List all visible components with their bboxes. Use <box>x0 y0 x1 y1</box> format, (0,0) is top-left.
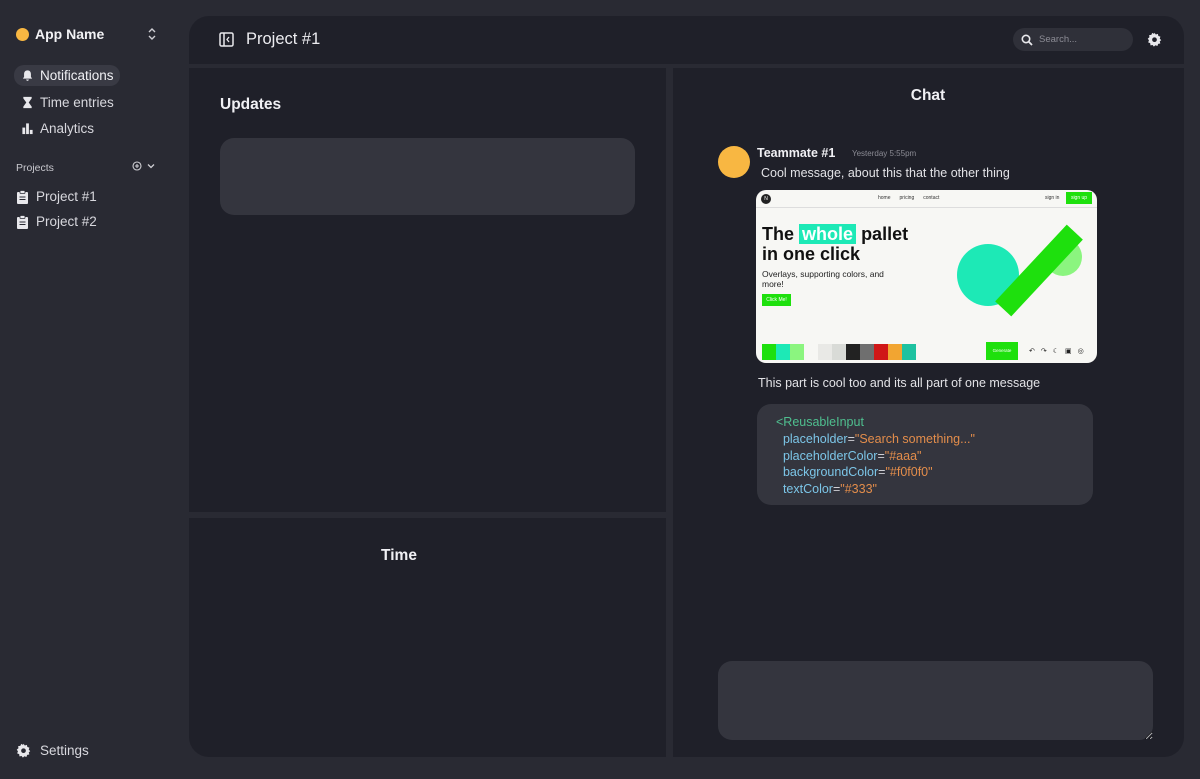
bar-chart-icon <box>20 122 34 136</box>
preview-generate-button: Generate <box>986 342 1018 360</box>
code-attr: textColor <box>782 482 833 497</box>
preview-headline-part: in one click <box>762 244 861 264</box>
message-author: Teammate #1 <box>757 146 836 160</box>
chat-message-input[interactable] <box>718 661 1153 740</box>
preview-headline-highlight: whole <box>799 224 857 244</box>
preview-sign-in: sign in <box>1045 195 1060 201</box>
divider <box>189 512 666 518</box>
redo-icon: ↷ <box>1040 348 1047 355</box>
color-swatch <box>790 343 804 360</box>
settings-link[interactable]: Settings <box>16 743 89 758</box>
settings-label: Settings <box>40 743 89 758</box>
clipboard-icon <box>16 214 30 229</box>
nav-label: Notifications <box>40 68 114 83</box>
projects-header: Projects <box>16 161 156 175</box>
color-swatch <box>846 343 860 360</box>
topbar: Project #1 <box>189 16 1184 64</box>
project-list: Project #1 Project #2 <box>14 186 99 236</box>
main-nav: Notifications Time entries Analytics <box>14 65 174 145</box>
updates-card <box>220 138 635 215</box>
nav-item-analytics[interactable]: Analytics <box>14 118 100 139</box>
preview-subtitle: Overlays, supporting colors, and more! <box>762 269 884 289</box>
color-swatch <box>762 343 776 360</box>
color-swatch <box>874 343 888 360</box>
clipboard-icon <box>16 189 30 204</box>
project-label: Project #2 <box>36 214 97 229</box>
color-swatch <box>832 343 846 360</box>
sidebar-toggle-icon[interactable] <box>219 32 234 47</box>
bell-icon <box>20 69 34 83</box>
chat-title: Chat <box>910 87 946 104</box>
add-project-icon[interactable] <box>132 161 142 171</box>
preview-logo: N <box>761 194 771 204</box>
search-box[interactable] <box>1013 28 1133 51</box>
gear-icon <box>16 743 31 758</box>
color-swatch <box>818 343 832 360</box>
code-value: "Search something..." <box>854 431 975 446</box>
chevron-down-icon[interactable] <box>146 161 156 171</box>
moon-icon: ☾ <box>1052 348 1060 355</box>
project-label: Project #1 <box>36 189 97 204</box>
hourglass-icon <box>20 95 34 109</box>
message-image-preview[interactable]: N home pricing contact sign in sign up T… <box>756 190 1097 363</box>
chevron-up-down-icon <box>148 28 156 40</box>
message-text: This part is cool too and its all part o… <box>758 376 1041 390</box>
preview-navbar: N home pricing contact sign in sign up <box>756 190 1097 208</box>
code-attr: placeholderColor <box>782 448 878 463</box>
code-value: "#aaa" <box>884 448 922 463</box>
app-logo <box>16 27 29 41</box>
main-panel: Project #1 Updates Time Chat Teammate #1… <box>189 16 1184 757</box>
preview-sign-up: sign up <box>1066 192 1092 204</box>
time-title: Time <box>381 547 417 564</box>
nav-item-notifications[interactable]: Notifications <box>14 65 120 86</box>
app-switcher[interactable]: App Name <box>16 25 158 43</box>
code-value: "#f0f0f0" <box>885 465 933 480</box>
divider <box>189 64 1184 68</box>
project-item-1[interactable]: Project #1 <box>14 186 99 207</box>
color-swatch <box>776 343 790 360</box>
updates-title: Updates <box>220 96 282 113</box>
preview-link: contact <box>923 195 940 201</box>
code-block: <ReusableInput placeholder="Search somet… <box>757 404 1093 505</box>
code-value: "#333" <box>840 482 877 497</box>
nav-label: Time entries <box>40 94 114 110</box>
code-attr: placeholder <box>782 431 848 446</box>
message-text: Cool message, about this that the other … <box>761 166 1010 180</box>
nav-label: Analytics <box>40 121 95 136</box>
preview-headline-part: The <box>762 224 795 244</box>
preview-link: home <box>878 195 891 201</box>
preview-toolbar: ↶ ↷ ☾ ▣ ◎ <box>1029 347 1084 355</box>
project-item-2[interactable]: Project #2 <box>14 211 99 232</box>
app-name: App Name <box>35 26 105 42</box>
preview-link: pricing <box>899 195 915 201</box>
search-input[interactable] <box>1039 34 1124 45</box>
search-icon <box>1021 33 1033 46</box>
color-swatch <box>860 343 874 360</box>
projects-header-label: Projects <box>16 162 54 174</box>
preview-headline: The whole pallet in one click <box>762 224 962 264</box>
divider <box>666 68 673 757</box>
color-swatch <box>902 343 916 360</box>
preview-headline-part: pallet <box>861 224 909 244</box>
page-title: Project #1 <box>246 30 321 48</box>
gear-icon[interactable] <box>1147 32 1162 47</box>
code-tag: <ReusableInput <box>776 415 864 429</box>
palette-icon: ◎ <box>1077 348 1084 355</box>
avatar[interactable] <box>718 146 750 178</box>
color-swatch <box>804 343 818 360</box>
save-icon: ▣ <box>1065 348 1072 355</box>
color-swatch <box>888 343 902 360</box>
code-attr: backgroundColor <box>782 465 879 480</box>
sidebar: App Name Notifications Time entries Anal… <box>0 0 188 779</box>
message-timestamp: Yesterday 5:55pm <box>852 149 917 158</box>
undo-icon: ↶ <box>1029 348 1035 355</box>
preview-button: Click Me! <box>762 294 791 306</box>
nav-item-time-entries[interactable]: Time entries <box>14 92 120 113</box>
